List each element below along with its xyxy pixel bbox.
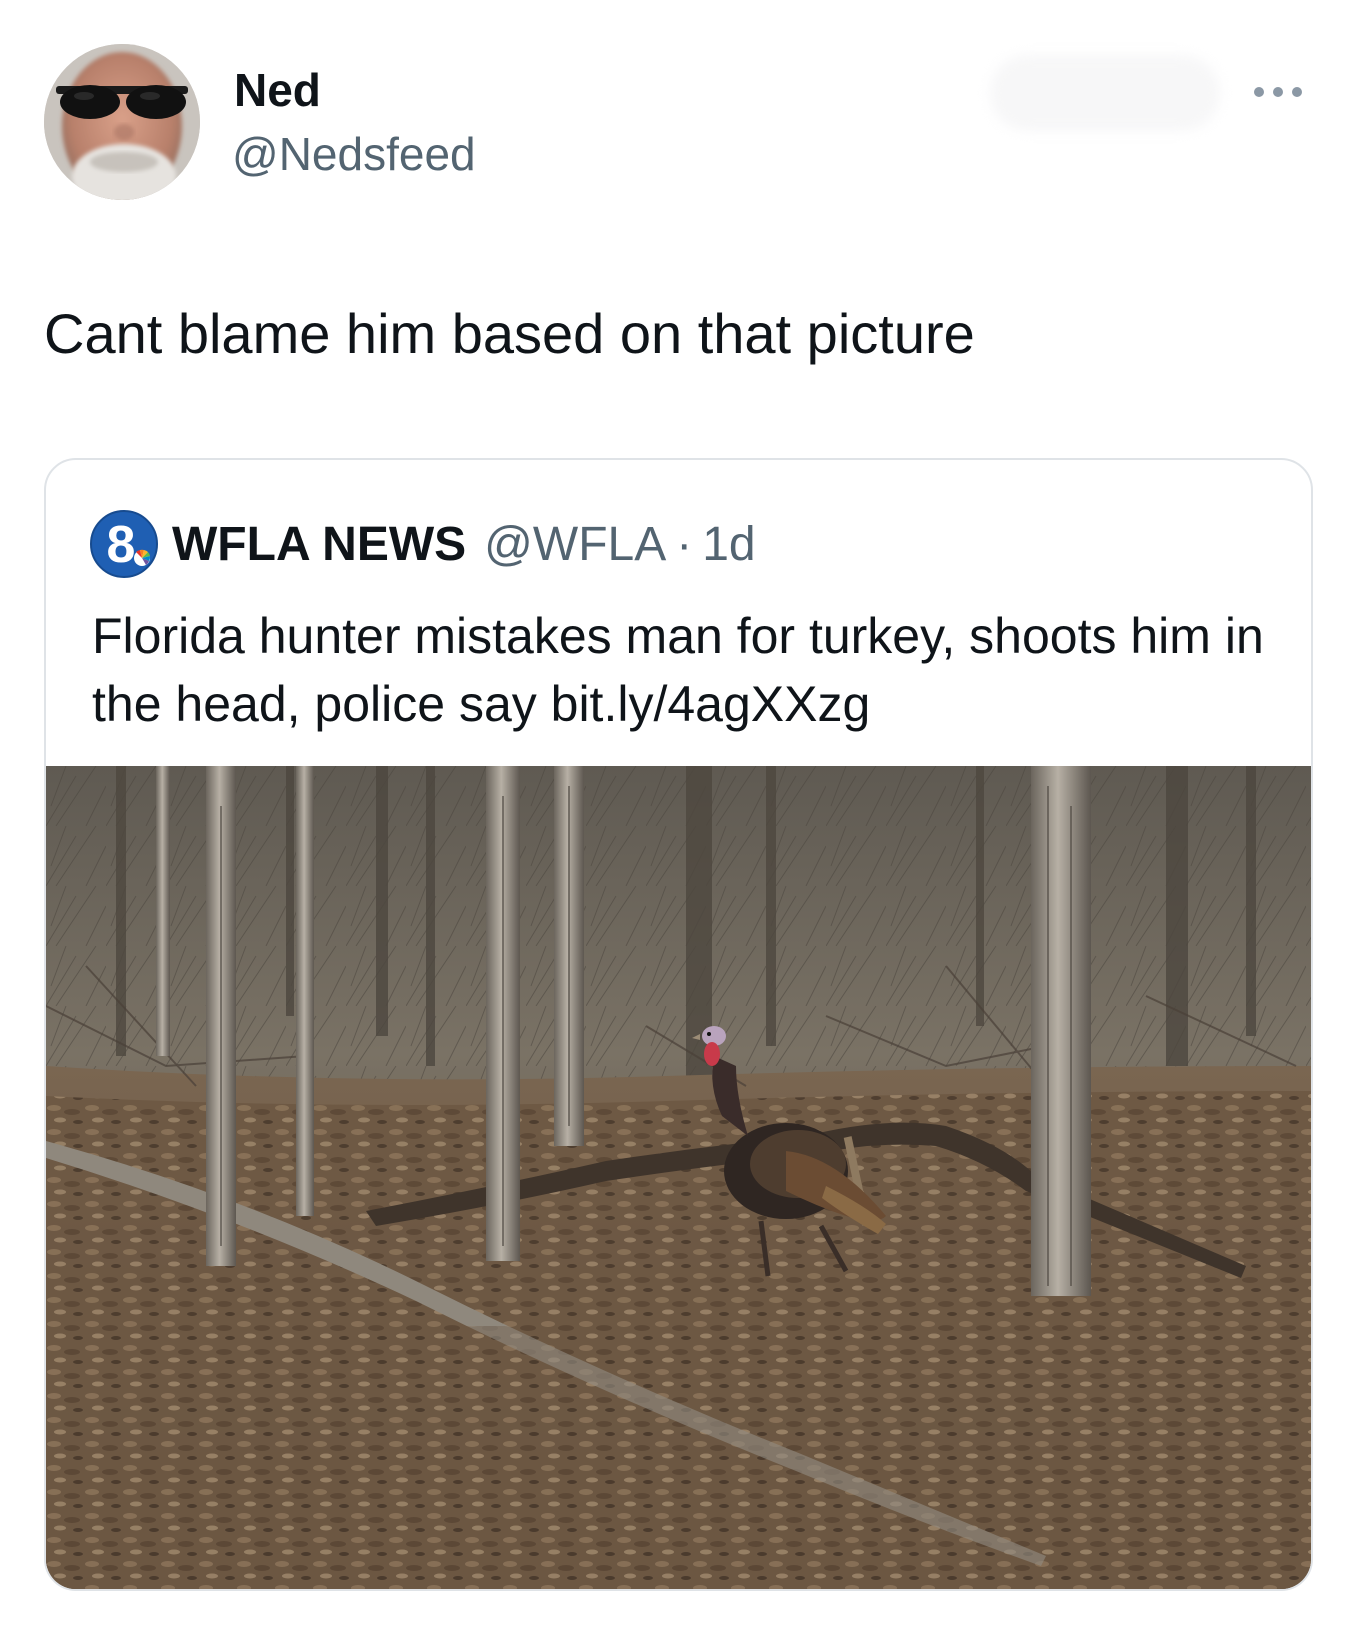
blurred-follow-button[interactable] — [990, 55, 1220, 131]
quoted-tweet-photo[interactable] — [46, 766, 1311, 1589]
wfla-logo-text: 8 — [107, 516, 136, 574]
quoted-tweet-card[interactable]: 8 WFLA NEWS @WFLA · 1d Florida hunter mi… — [44, 458, 1313, 1591]
author-handle[interactable]: @Nedsfeed — [232, 126, 476, 182]
quoted-author-name[interactable]: WFLA NEWS — [172, 517, 466, 572]
quoted-tweet-header: 8 WFLA NEWS @WFLA · 1d — [90, 508, 756, 580]
quoted-timestamp[interactable]: 1d — [702, 517, 755, 572]
quoted-author-handle[interactable]: @WFLA — [484, 517, 666, 572]
wfla-logo-icon[interactable]: 8 — [90, 510, 158, 578]
more-button[interactable] — [1250, 72, 1306, 112]
author-name[interactable]: Ned — [234, 62, 321, 118]
more-horizontal-icon — [1254, 87, 1302, 97]
quoted-tweet-text: Florida hunter mistakes man for turkey, … — [92, 608, 1264, 732]
avatar[interactable] — [44, 44, 200, 200]
quoted-separator: · — [676, 517, 693, 571]
forest-turkey-photo — [46, 766, 1311, 1589]
user-avatar-image — [44, 44, 200, 200]
tweet-text: Cant blame him based on that picture — [44, 302, 975, 365]
